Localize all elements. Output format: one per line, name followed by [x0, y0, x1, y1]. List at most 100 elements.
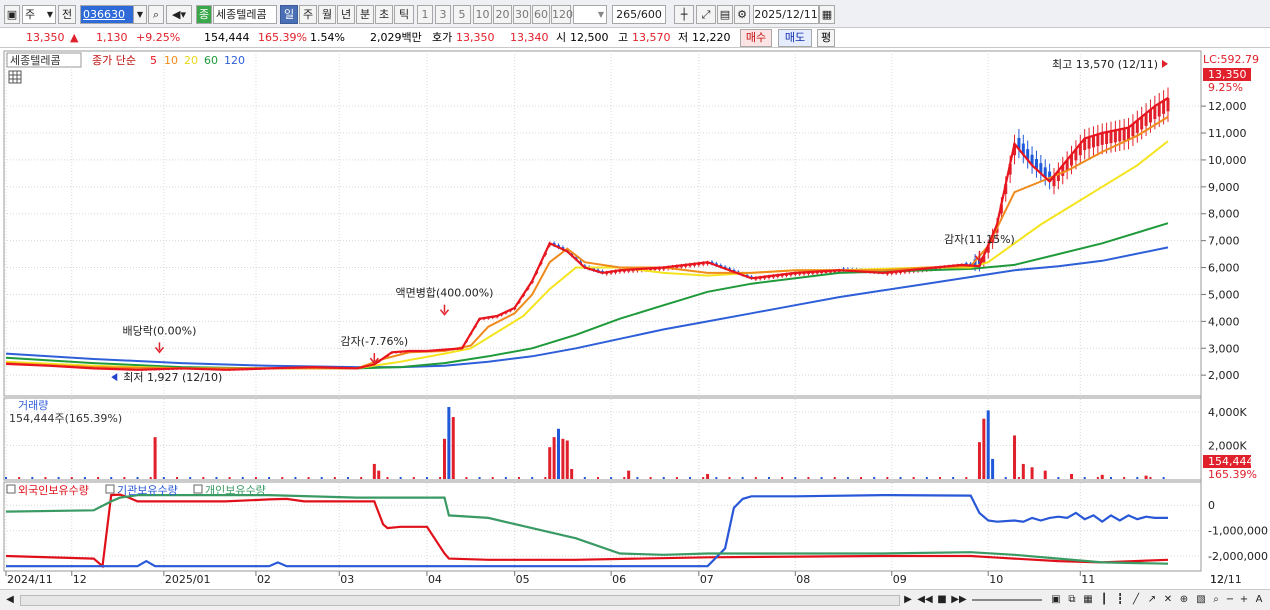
drawing-tool-icon[interactable]: ⤢ — [696, 5, 716, 24]
volume-bar — [1144, 475, 1148, 479]
volume-bar — [715, 477, 718, 479]
volume-bar — [794, 477, 797, 479]
volume-bar — [767, 477, 770, 479]
rewind-icon[interactable]: ◀◀ — [917, 592, 933, 608]
volume-bar — [860, 477, 863, 479]
save-icon[interactable]: ▤ — [717, 5, 733, 24]
y-tick-label: 11,000 — [1208, 127, 1247, 140]
volume-bar — [623, 477, 626, 479]
arrow-icon[interactable]: ↗ — [1144, 592, 1160, 608]
x-tick-label: 12/11 — [1210, 573, 1242, 586]
horizontal-scrollbar[interactable] — [20, 595, 900, 606]
x-tick-label: 11 — [1081, 573, 1095, 586]
window-menu-icon[interactable]: ▣ — [4, 5, 20, 24]
stock-code-input[interactable]: 036630 — [80, 5, 134, 24]
speaker-icon[interactable]: ◀▾ — [166, 5, 192, 24]
y-tick-label: 0 — [1208, 499, 1215, 512]
interval-3[interactable]: 3 — [435, 5, 451, 24]
copy-icon[interactable]: ⧉ — [1064, 592, 1080, 608]
cross-icon[interactable]: ✕ — [1160, 592, 1176, 608]
period-day[interactable]: 일 — [280, 5, 298, 24]
volume-bar — [153, 437, 157, 479]
gear-icon[interactable]: ⚙ — [734, 5, 750, 24]
high-label: 고 — [618, 31, 629, 44]
volume-bar — [675, 477, 678, 479]
interval-30[interactable]: 30 — [513, 5, 531, 24]
x-tick-label: 2025/01 — [165, 573, 211, 586]
turnover-rate: 1.54% — [310, 31, 345, 44]
search-icon[interactable]: ⌕ — [148, 5, 164, 24]
candle-body — [1091, 135, 1095, 148]
legend-ma120: 120 — [224, 54, 245, 67]
image-icon[interactable]: ▧ — [1193, 592, 1209, 608]
current-price-tag: 13,350 — [1208, 68, 1247, 81]
candle-body — [1122, 128, 1126, 141]
volume-bar — [320, 477, 323, 479]
y-tick-label: -2,000,000 — [1208, 550, 1268, 563]
bars-icon[interactable]: ┇ — [1112, 592, 1128, 608]
fast-forward-icon[interactable]: ▶▶ — [951, 592, 967, 608]
volume-bar — [1149, 477, 1152, 479]
y-tick-label: 7,000 — [1208, 235, 1240, 248]
x-tick-label: 10 — [989, 573, 1003, 586]
volume-bar — [570, 468, 574, 479]
volume-bar — [807, 477, 810, 479]
zoom-slider[interactable] — [972, 599, 1042, 601]
market-select[interactable]: 주 ▼ — [22, 5, 56, 24]
chart-annotation: 배당락(0.00%) — [123, 324, 197, 337]
candle-icon[interactable]: ┃ — [1096, 592, 1112, 608]
stock-type-badge: 종 — [196, 5, 212, 24]
x-tick-label: 07 — [700, 573, 714, 586]
line-icon[interactable]: ╱ — [1128, 592, 1144, 608]
sell-button[interactable]: 매도 — [778, 29, 812, 47]
volume-bar — [544, 477, 547, 479]
volume-bar — [991, 458, 995, 479]
low-price: 12,220 — [692, 31, 731, 44]
period-tick[interactable]: 틱 — [394, 5, 414, 24]
volume-bar — [662, 477, 665, 479]
volume-bar — [728, 477, 731, 479]
code-dropdown-icon[interactable]: ▼ — [133, 5, 147, 24]
data-count-value: 265 — [616, 8, 638, 21]
period-month[interactable]: 월 — [318, 5, 336, 24]
open-label: 시 — [556, 31, 567, 44]
zoom-in-icon[interactable]: + — [1236, 592, 1252, 608]
interval-20[interactable]: 20 — [493, 5, 512, 24]
stock-chart[interactable]: 2,000 3,000 4,000 5,000 6,000 7,000 8,000 9,000… — [0, 48, 1270, 589]
date-field[interactable]: 2025/12/11 — [753, 5, 819, 24]
font-size-icon[interactable]: A — [1251, 592, 1267, 608]
y-tick-label: -1,000,000 — [1208, 525, 1268, 538]
grid-icon[interactable]: ▦ — [1080, 592, 1096, 608]
table-icon[interactable] — [8, 70, 22, 84]
data-count-field[interactable]: 265/600 — [612, 5, 666, 24]
period-year[interactable]: 년 — [337, 5, 355, 24]
crosshair-icon[interactable]: ⊕ — [1176, 592, 1192, 608]
evaluate-button[interactable]: 평 — [817, 29, 835, 47]
period-minute[interactable]: 분 — [356, 5, 374, 24]
volume-bar — [886, 477, 889, 479]
scroll-left-icon[interactable]: ◀ — [2, 592, 18, 608]
buy-button[interactable]: 매수 — [740, 29, 772, 47]
interval-10[interactable]: 10 — [473, 5, 492, 24]
interval-1[interactable]: 1 — [417, 5, 433, 24]
interval-custom-select[interactable]: ▼ — [573, 5, 607, 24]
volume-bar — [451, 417, 455, 479]
candle-body — [1118, 129, 1122, 142]
calendar-icon[interactable]: ▦ — [819, 5, 835, 24]
period-second[interactable]: 초 — [375, 5, 393, 24]
layout-icon[interactable]: ▣ — [1048, 592, 1064, 608]
volume-bar — [561, 438, 565, 479]
interval-5[interactable]: 5 — [453, 5, 471, 24]
play-icon[interactable]: ▶ — [900, 592, 916, 608]
interval-60[interactable]: 60 — [532, 5, 550, 24]
stop-icon[interactable]: ■ — [934, 592, 950, 608]
candle-type-icon[interactable]: ┼ — [674, 5, 694, 24]
volume-bar — [412, 477, 415, 479]
volume-bar — [399, 477, 402, 479]
period-week[interactable]: 주 — [299, 5, 317, 24]
interval-120[interactable]: 120 — [551, 5, 573, 24]
x-tick-label: 09 — [893, 573, 907, 586]
volume-bar — [31, 477, 34, 479]
chart-annotation: 감자(-7.76%) — [340, 335, 408, 348]
prev-button[interactable]: 전 — [58, 5, 76, 24]
